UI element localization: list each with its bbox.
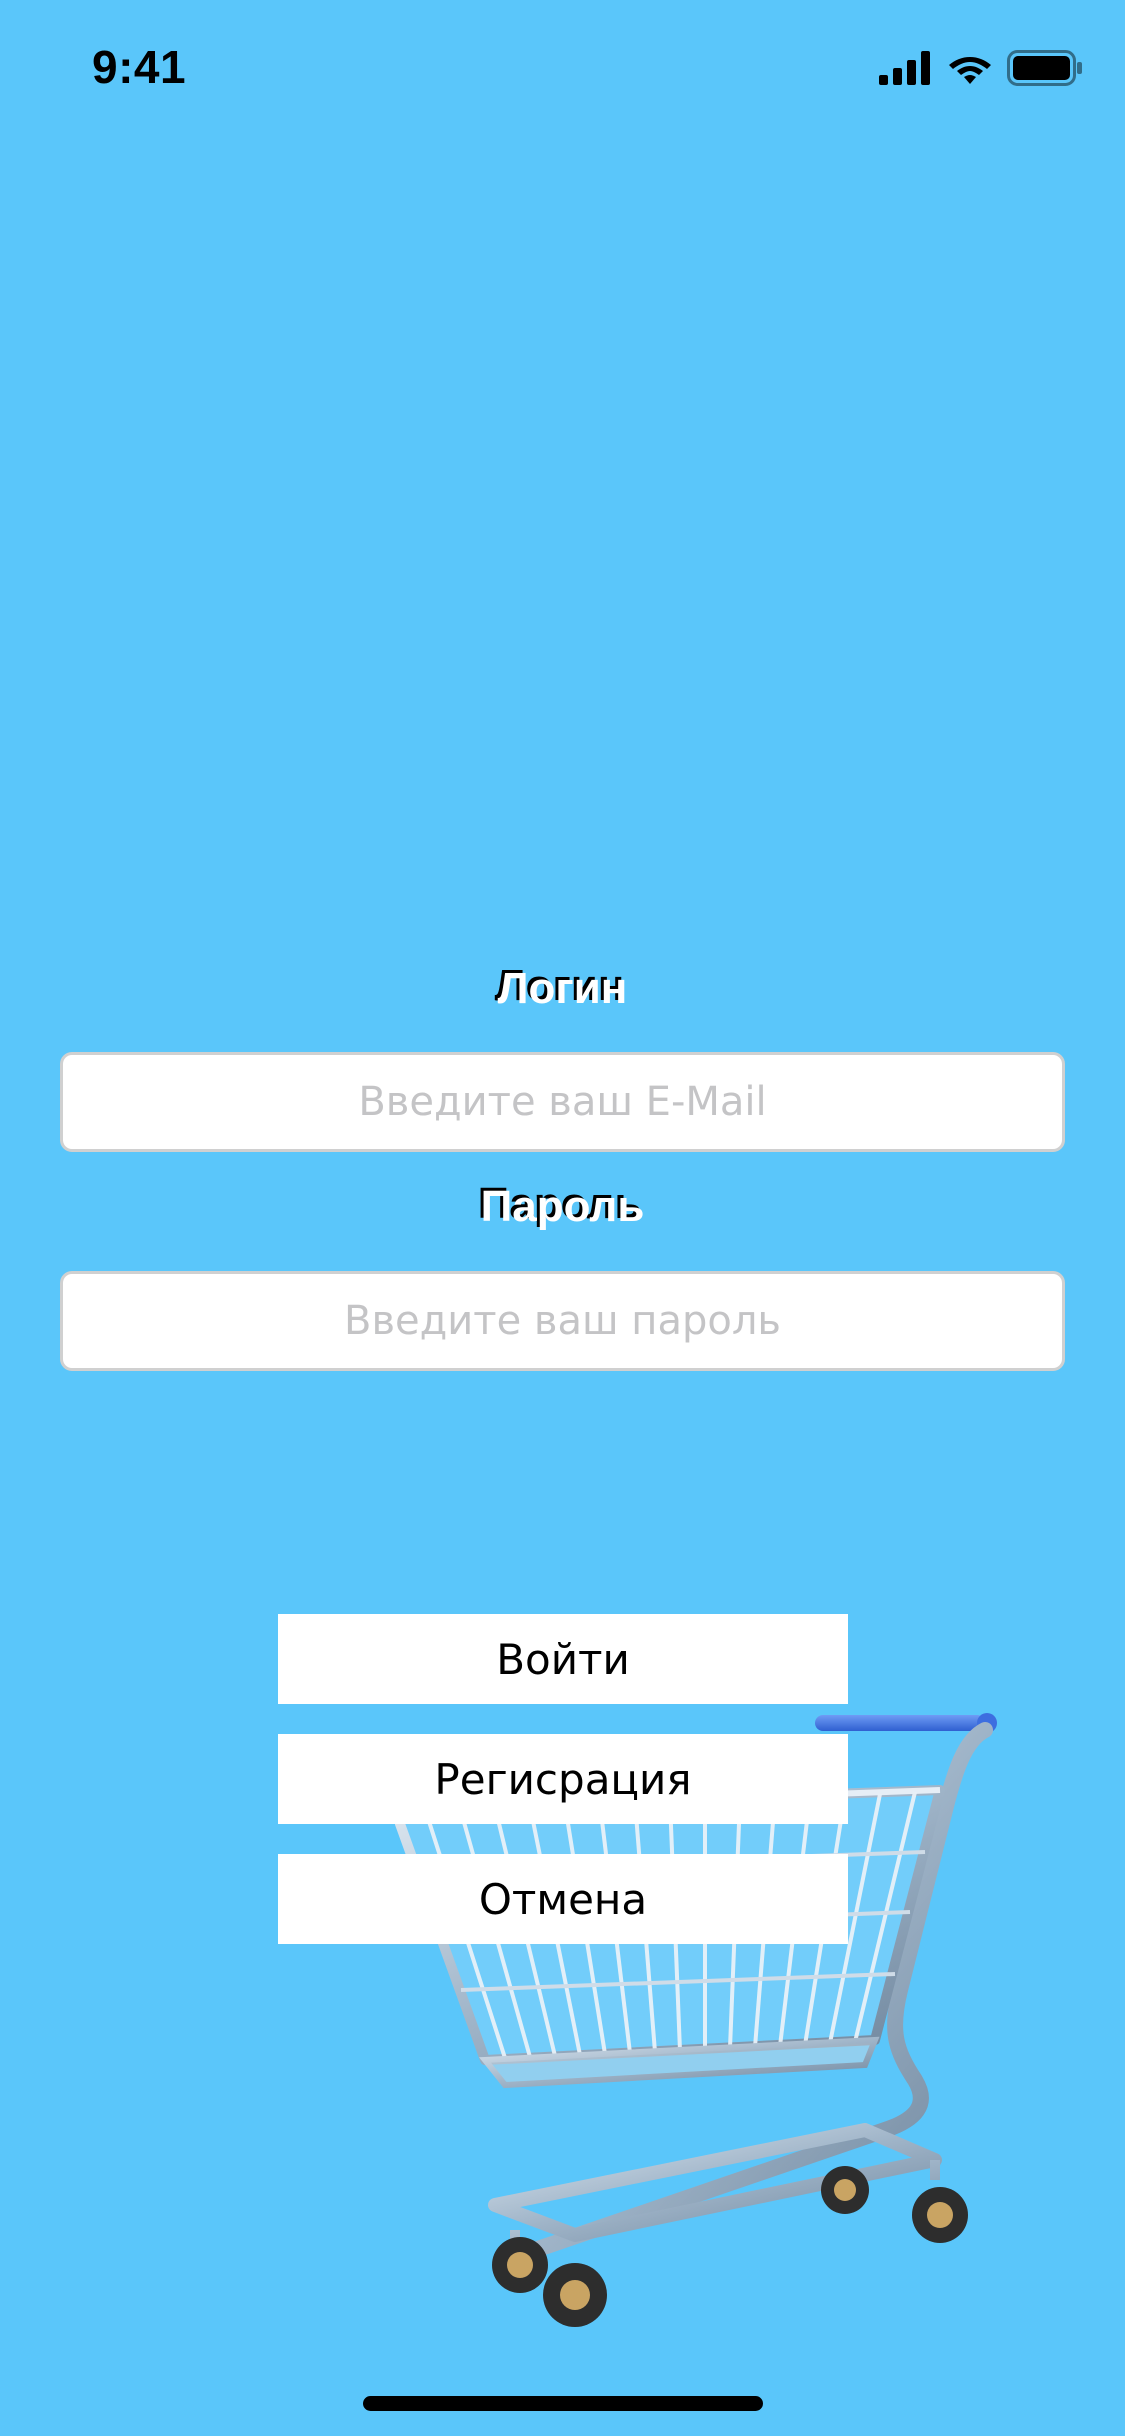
email-field[interactable] bbox=[60, 1052, 1065, 1152]
cancel-button[interactable]: Отмена bbox=[278, 1854, 848, 1944]
wifi-icon bbox=[949, 57, 991, 84]
status-time: 9:41 bbox=[92, 41, 187, 93]
battery-icon bbox=[1007, 50, 1082, 86]
home-indicator[interactable] bbox=[363, 2396, 763, 2411]
login-screen: 9:41 Логин Пароль bbox=[0, 0, 1125, 2436]
login-button[interactable]: Войти bbox=[278, 1614, 848, 1704]
login-label: Логин bbox=[497, 964, 628, 1013]
password-field[interactable] bbox=[60, 1271, 1065, 1371]
status-icons bbox=[879, 46, 1083, 90]
password-label: Пароль bbox=[480, 1182, 645, 1231]
cellular-signal-icon bbox=[879, 51, 930, 85]
register-button[interactable]: Регисрация bbox=[278, 1734, 848, 1824]
